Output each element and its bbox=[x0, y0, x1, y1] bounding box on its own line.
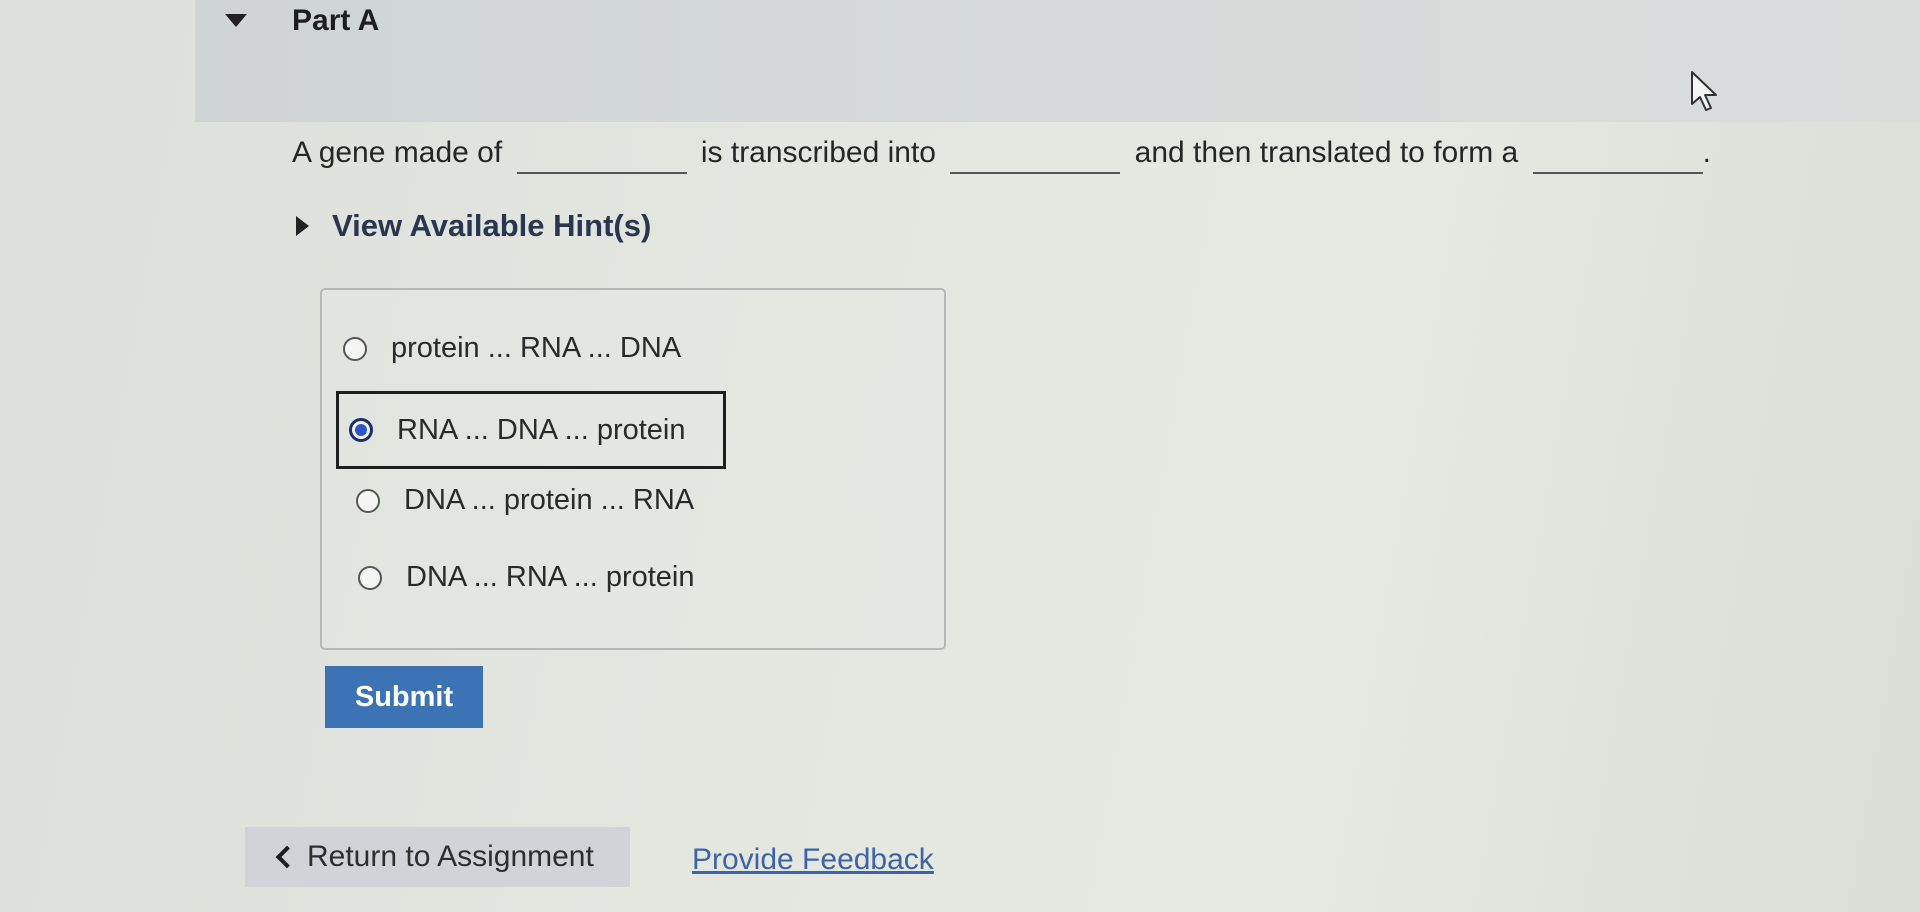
option-label: DNA ... protein ... RNA bbox=[404, 484, 695, 516]
answer-option[interactable]: DNA ... RNA ... protein bbox=[358, 561, 695, 594]
return-label: Return to Assignment bbox=[307, 840, 594, 873]
part-header bbox=[195, 0, 1920, 122]
part-title: Part A bbox=[292, 4, 380, 37]
submit-button[interactable]: Submit bbox=[325, 666, 483, 728]
return-to-assignment-button[interactable]: Return to Assignment bbox=[245, 827, 630, 887]
radio-button[interactable] bbox=[356, 488, 380, 513]
answer-option-selected[interactable]: RNA ... DNA ... protein bbox=[336, 391, 726, 469]
radio-button[interactable] bbox=[343, 336, 367, 361]
question-segment-2: is transcribed into bbox=[700, 136, 936, 169]
question-end: . bbox=[1702, 136, 1711, 169]
view-hints-toggle[interactable]: View Available Hint(s) bbox=[296, 208, 651, 244]
chevron-left-icon bbox=[275, 845, 299, 869]
option-label: protein ... RNA ... DNA bbox=[391, 332, 682, 364]
question-segment-3: and then translated to form a bbox=[1134, 136, 1519, 169]
radio-button-selected[interactable] bbox=[349, 418, 373, 442]
question-segment-1: A gene made of bbox=[292, 136, 503, 169]
answer-option[interactable]: DNA ... protein ... RNA bbox=[356, 484, 694, 517]
blank-3 bbox=[1532, 172, 1703, 174]
expand-arrow-icon bbox=[296, 216, 309, 236]
option-label: DNA ... RNA ... protein bbox=[406, 561, 695, 593]
blank-1 bbox=[516, 172, 687, 174]
blank-2 bbox=[950, 172, 1121, 174]
answer-option[interactable]: protein ... RNA ... DNA bbox=[343, 332, 681, 365]
radio-button[interactable] bbox=[358, 565, 382, 590]
collapse-triangle-icon[interactable] bbox=[225, 14, 247, 27]
option-label: RNA ... DNA ... protein bbox=[397, 413, 686, 446]
question-text: A gene made of is transcribed into and t… bbox=[292, 136, 1711, 174]
mouse-cursor-icon bbox=[1691, 71, 1717, 111]
hint-label: View Available Hint(s) bbox=[332, 208, 652, 243]
provide-feedback-link[interactable]: Provide Feedback bbox=[692, 843, 934, 877]
